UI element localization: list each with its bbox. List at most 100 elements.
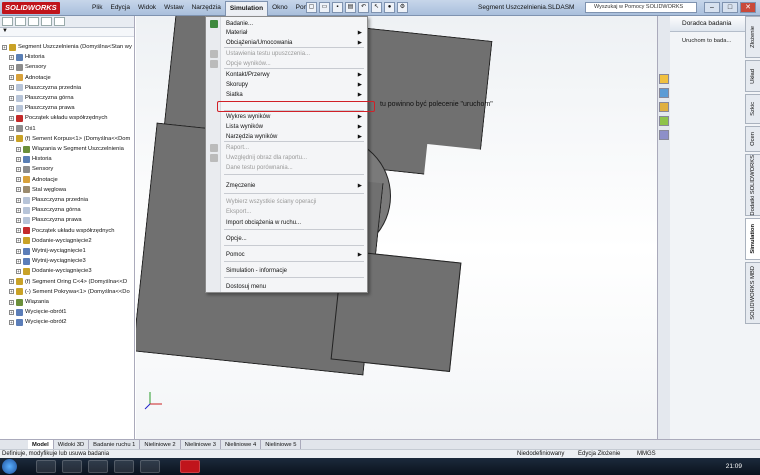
menu-item-lista-wynikow[interactable]: Lista wyników ▶ (206, 122, 367, 132)
menu-item-wykres-wynikow[interactable]: Wykres wyników ▶ (206, 112, 367, 122)
menu-item-import-obciazenia-w-ruchu[interactable]: Import obciążenia w ruchu... (206, 218, 367, 228)
expand-icon[interactable]: + (16, 238, 21, 244)
taskbar-app-3[interactable] (88, 460, 108, 473)
tree-item[interactable]: + Płaszczyzna przednia (9, 83, 81, 93)
appearance-icon[interactable] (659, 116, 669, 126)
tree-item[interactable]: + Stal węglowa (16, 185, 66, 195)
vtab-szkic[interactable]: Szkic (745, 94, 760, 124)
tree-item[interactable]: + Dodanie-wyciągnięcie2 (16, 236, 92, 246)
dim-tab-icon[interactable] (41, 17, 52, 26)
tree-item[interactable]: + Płaszczyzna prawa (9, 103, 75, 113)
file-explorer-icon[interactable] (659, 102, 669, 112)
tree-item[interactable]: + Wytnij-wyciągnięcie1 (16, 246, 86, 256)
taskbar-app-2[interactable] (62, 460, 82, 473)
expand-icon[interactable]: + (16, 197, 21, 203)
feature-tree-tab-icon[interactable] (2, 17, 13, 26)
taskbar-app-5[interactable] (140, 460, 160, 473)
tree-item[interactable]: + Płaszczyzna prawa (16, 215, 82, 225)
tree-item[interactable]: + Sensory (9, 62, 46, 72)
bottom-tab-nieliniowe-2[interactable]: Nieliniowe 2 (140, 439, 181, 450)
select-icon[interactable]: ↖ (371, 2, 382, 13)
close-button[interactable]: ✕ (740, 2, 756, 13)
display-tab-icon[interactable] (54, 17, 65, 26)
bottom-tab-nieliniowe-4[interactable]: Nieliniowe 4 (221, 439, 262, 450)
menu-item-obciazenia-umocowania[interactable]: Obciążenia/Umocowania ▶ (206, 38, 367, 48)
minimize-button[interactable]: – (704, 2, 720, 13)
tree-item[interactable]: + Oś1 (9, 124, 36, 134)
bottom-tab-model[interactable]: Model (28, 439, 54, 450)
expand-icon[interactable]: + (9, 85, 14, 91)
vtab-solidworks-mbd[interactable]: SOLIDWORKS MBD (745, 262, 760, 324)
tree-item[interactable]: + (f) Segment Oring C<4> (Domyślna<<D (9, 277, 127, 287)
new-doc-icon[interactable]: ▢ (306, 2, 317, 13)
menu-item-simulation-informacje[interactable]: Simulation - informacje (206, 266, 367, 276)
maximize-button[interactable]: □ (722, 2, 738, 13)
expand-icon[interactable]: + (9, 54, 14, 60)
tree-item[interactable]: + Wiązania w Segment Uszczelnienia (16, 144, 124, 154)
vtab-uklad[interactable]: Układ (745, 60, 760, 92)
rebuild-icon[interactable]: ● (384, 2, 395, 13)
bottom-tab-nieliniowe-5[interactable]: Nieliniowe 5 (261, 439, 302, 450)
menu-item-dostosuj-menu[interactable]: Dostosuj menu (206, 282, 367, 292)
expand-icon[interactable]: + (16, 207, 21, 213)
expand-icon[interactable]: + (16, 156, 21, 162)
tree-item[interactable]: + Historia (16, 154, 52, 164)
expand-icon[interactable]: + (16, 166, 21, 172)
expand-icon[interactable]: + (16, 248, 21, 254)
tree-item[interactable]: + Wytnij-wyciągnięcie3 (16, 256, 86, 266)
tree-item[interactable]: + Sensory (16, 164, 53, 174)
custom-props-icon[interactable] (659, 130, 669, 140)
design-library-icon[interactable] (659, 88, 669, 98)
bottom-tab-widoki-3d[interactable]: Widoki 3D (54, 439, 90, 450)
expand-icon[interactable]: + (9, 105, 14, 111)
undo-icon[interactable]: ↶ (358, 2, 369, 13)
taskbar-app-1[interactable] (36, 460, 56, 473)
taskbar-solidworks[interactable] (180, 460, 200, 473)
expand-icon[interactable]: + (9, 136, 14, 142)
bottom-tab-badanie-ruchu-1[interactable]: Badanie ruchu 1 (89, 439, 141, 450)
tree-item[interactable]: + Płaszczyzna górna (9, 93, 74, 103)
expand-icon[interactable]: + (9, 289, 14, 295)
vtab-ocen[interactable]: Ocen (745, 126, 760, 152)
expand-icon[interactable]: + (9, 299, 14, 305)
tree-item[interactable]: + Płaszczyzna przednia (16, 195, 88, 205)
expand-icon[interactable]: + (2, 44, 7, 50)
config-tab-icon[interactable] (28, 17, 39, 26)
menu-item-material[interactable]: Materiał ▶ (206, 28, 367, 38)
expand-icon[interactable]: + (9, 126, 14, 132)
menu-edycja[interactable]: Edycja (106, 0, 134, 16)
tree-item[interactable]: + Adnotacje (9, 73, 51, 83)
menu-item-zmeczenie[interactable]: Zmęczenie ▶ (206, 181, 367, 191)
menu-item-skorupy[interactable]: Skorupy ▶ (206, 80, 367, 90)
expand-icon[interactable]: + (9, 279, 14, 285)
menu-narzedzia[interactable]: Narzędzia (188, 0, 225, 16)
help-search-input[interactable]: Wyszukaj w Pomocy SOLIDWORKS (585, 2, 697, 13)
property-tab-icon[interactable] (15, 17, 26, 26)
menu-okno[interactable]: Okno (268, 0, 292, 16)
menu-simulation[interactable]: Simulation (224, 0, 269, 16)
tree-filter[interactable]: ▼ (0, 28, 134, 37)
menu-item-narzedzia-wynikow[interactable]: Narzędzia wyników ▶ (206, 132, 367, 142)
tree-item[interactable]: + Wycięcie-obrót1 (9, 307, 67, 317)
bottom-tab-nieliniowe-3[interactable]: Nieliniowe 3 (181, 439, 221, 450)
expand-icon[interactable]: + (16, 187, 21, 193)
menu-widok[interactable]: Widok (134, 0, 160, 16)
expand-icon[interactable]: + (16, 146, 21, 152)
expand-icon[interactable]: + (9, 115, 14, 121)
tree-item[interactable]: + Płaszczyzna górna (16, 205, 81, 215)
menu-item-opcje[interactable]: Opcje... (206, 234, 367, 244)
tree-item[interactable]: + Historia (9, 52, 45, 62)
run-study-link[interactable]: Uruchom to bada... (670, 35, 745, 47)
menu-plik[interactable]: Plik (88, 0, 106, 16)
menu-item-kontakt-przerwy[interactable]: Kontakt/Przerwy ▶ (206, 70, 367, 80)
tree-item[interactable]: + Adnotacje (16, 175, 58, 185)
expand-icon[interactable]: + (16, 177, 21, 183)
expand-icon[interactable]: + (9, 319, 14, 325)
options-icon[interactable]: ⚙ (397, 2, 408, 13)
vtab-dodatki-solidworks[interactable]: Dodatki SOLIDWORKS (745, 154, 760, 216)
expand-icon[interactable]: + (16, 228, 21, 234)
menu-item-pomoc[interactable]: Pomoc ▶ (206, 250, 367, 260)
tree-item[interactable]: + Wiązania (9, 297, 49, 307)
start-button[interactable] (2, 459, 17, 474)
tree-item[interactable]: + Początek układu współrzędnych (9, 113, 108, 123)
